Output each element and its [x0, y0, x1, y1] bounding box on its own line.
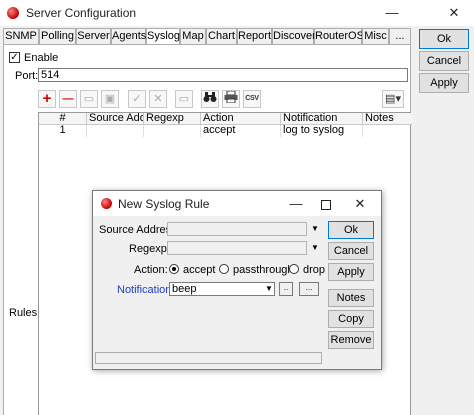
comment-icon[interactable]: ▭ — [175, 90, 193, 108]
table-cell-notification[interactable]: log to syslog — [281, 125, 363, 137]
tab-chart[interactable]: Chart — [206, 28, 237, 45]
table-cell-notes[interactable] — [363, 125, 412, 137]
dialog-minimize-button[interactable]: — — [281, 191, 311, 216]
dialog-close-button[interactable]: ✕ — [345, 191, 375, 216]
table-cell-source[interactable] — [87, 125, 144, 137]
paste-icon[interactable]: ▣ — [101, 90, 119, 108]
source-dropdown-icon[interactable]: ▼ — [310, 223, 320, 235]
csv-export-button[interactable]: CSV — [243, 90, 261, 108]
column-header-notification[interactable]: Notification — [281, 113, 363, 125]
tab-map[interactable]: Map — [180, 28, 206, 45]
tab-misc[interactable]: Misc — [362, 28, 389, 45]
printer-icon[interactable] — [222, 90, 240, 108]
column-header-notes[interactable]: Notes — [363, 113, 412, 125]
table-cell-regexp[interactable] — [144, 125, 201, 137]
dialog-title: New Syslog Rule — [118, 197, 210, 211]
regexp-dropdown-icon[interactable]: ▼ — [310, 242, 320, 254]
port-input[interactable]: 514 — [38, 68, 408, 82]
new-syslog-rule-dialog: New Syslog Rule — ✕ Source Address: ▼ Re… — [92, 190, 382, 370]
notification-dropdown-icon[interactable]: ▼ — [264, 283, 274, 295]
dialog-apply-button[interactable]: Apply — [328, 263, 374, 281]
dialog-remove-button[interactable]: Remove — [328, 331, 374, 349]
dialog-notes-button[interactable]: Notes — [328, 289, 374, 307]
app-icon — [7, 7, 19, 19]
tab-more[interactable]: ... — [389, 28, 411, 45]
close-button[interactable]: ✕ — [437, 0, 471, 26]
tab-polling[interactable]: Polling — [39, 28, 76, 45]
notification-test-button[interactable]: .. — [279, 282, 293, 296]
action-label: Action: — [134, 264, 168, 276]
notification-select[interactable]: beep — [169, 282, 275, 296]
column-header-action[interactable]: Action — [201, 113, 281, 125]
enable-icon[interactable]: ✓ — [128, 90, 146, 108]
tab-agents[interactable]: Agents — [111, 28, 146, 45]
dialog-cancel-button[interactable]: Cancel — [328, 242, 374, 260]
notification-browse-button[interactable]: ... — [299, 282, 319, 296]
tab-report[interactable]: Report — [237, 28, 272, 45]
tab-server[interactable]: Server — [76, 28, 111, 45]
tab-routeros[interactable]: RouterOS — [314, 28, 364, 45]
notification-label: Notification: — [117, 284, 175, 296]
port-label: Port: — [15, 70, 39, 82]
dialog-copy-button[interactable]: Copy — [328, 310, 374, 328]
table-cell-number[interactable]: 1 — [39, 125, 87, 137]
enable-label: Enable — [24, 52, 59, 64]
dialog-titlebar: New Syslog Rule — ✕ — [93, 191, 381, 216]
regexp-input[interactable] — [167, 241, 307, 255]
chevron-down-icon: ▾ — [395, 93, 401, 105]
dialog-ok-button[interactable]: Ok — [328, 221, 374, 239]
rules-label: Rules: — [9, 307, 41, 319]
remove-rule-button[interactable]: — — [59, 90, 77, 108]
action-passthrough-label: passthrough — [233, 264, 294, 276]
maximize-icon — [321, 199, 331, 210]
action-accept-label: accept — [183, 264, 216, 276]
ok-button[interactable]: Ok — [419, 29, 469, 49]
column-header-number[interactable]: # — [39, 113, 87, 125]
add-rule-button[interactable]: + — [38, 90, 56, 108]
tab-snmp[interactable]: SNMP — [3, 28, 39, 45]
source-address-input[interactable] — [167, 222, 307, 236]
enable-checkbox[interactable]: ✓ — [9, 52, 20, 63]
tab-discover[interactable]: Discover — [272, 28, 316, 45]
window-title: Server Configuration — [26, 6, 137, 20]
disable-icon[interactable]: ✕ — [149, 90, 167, 108]
copy-icon[interactable]: ▭ — [80, 90, 98, 108]
action-accept-radio[interactable] — [169, 264, 179, 274]
table-cell-action[interactable]: accept — [201, 125, 281, 137]
dialog-maximize-button[interactable] — [311, 191, 341, 216]
regexp-label: Regexp: — [129, 243, 170, 255]
apply-button[interactable]: Apply — [419, 73, 469, 93]
minimize-button[interactable]: — — [375, 0, 409, 26]
cancel-button[interactable]: Cancel — [419, 51, 469, 71]
column-header-regexp[interactable]: Regexp — [144, 113, 201, 125]
action-drop-label: drop — [303, 264, 326, 276]
app-icon — [101, 198, 112, 209]
binoculars-icon[interactable] — [201, 90, 219, 108]
action-passthrough-radio[interactable] — [219, 264, 229, 274]
action-drop-radio[interactable] — [289, 264, 299, 274]
window-titlebar: Server Configuration — ✕ — [0, 0, 474, 26]
columns-menu-button[interactable]: ▤▾ — [382, 90, 404, 108]
dialog-status-bar — [95, 352, 322, 364]
column-header-source[interactable]: Source Add... — [87, 113, 144, 125]
